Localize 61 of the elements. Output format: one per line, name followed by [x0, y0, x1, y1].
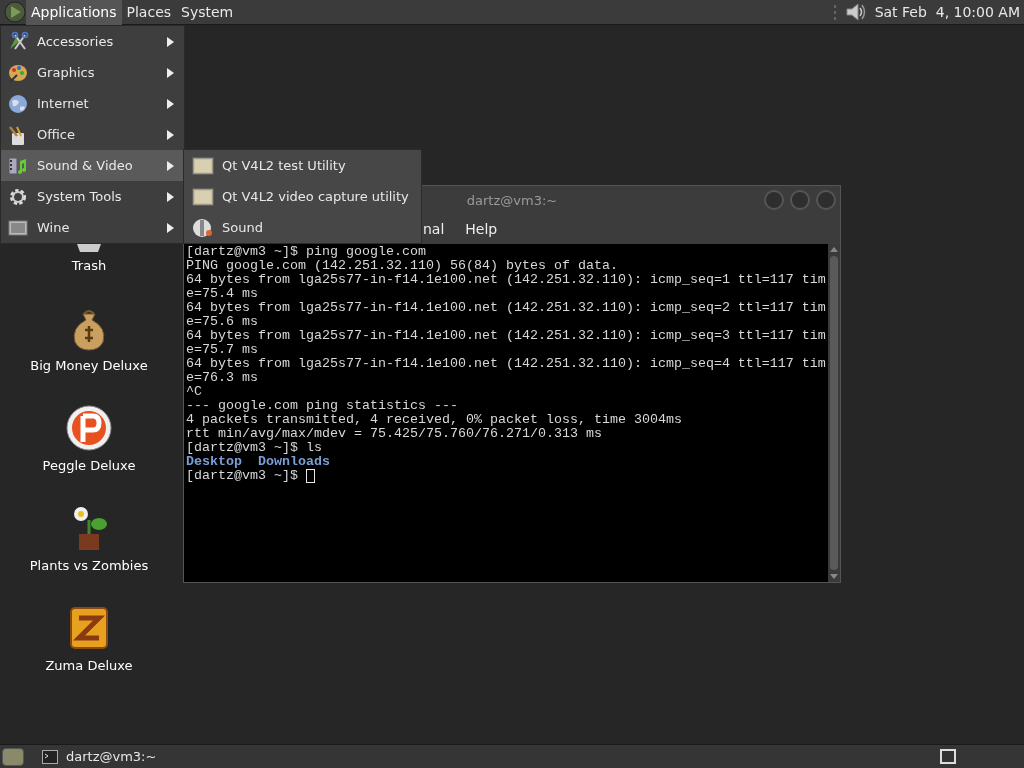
terminal-line: e=75.6 ms — [186, 315, 258, 329]
workspace-button[interactable] — [940, 749, 956, 764]
terminal-line: 64 bytes from lga25s77-in-f14.1e100.net (142.251.32.110): icmp_seq=3 ttl=117 tim — [186, 329, 826, 343]
letter-ball-icon — [65, 403, 113, 452]
scrollbar[interactable] — [828, 244, 840, 582]
submenu-item[interactable]: Sound — [184, 212, 421, 243]
terminal-line: ^C — [186, 385, 202, 399]
film-music-icon — [7, 154, 29, 177]
window-icon — [192, 156, 214, 175]
show-desktop-button[interactable] — [2, 747, 24, 766]
window-title: dartz@vm3:~ — [466, 191, 558, 210]
menu-item[interactable]: Wine — [1, 212, 184, 243]
globe-icon — [7, 92, 29, 115]
panel-menu[interactable]: System — [176, 0, 239, 25]
terminal-line: PING google.com (142.251.32.110) 56(84) bytes of data. — [186, 259, 618, 273]
taskbar-button[interactable]: dartz@vm3:~ — [40, 745, 159, 768]
menu-item[interactable]: Sound & Video — [1, 150, 184, 181]
terminal-line: e=76.3 ms — [186, 371, 258, 385]
submenu-arrow-icon — [167, 191, 174, 202]
submenu-arrow-icon — [167, 67, 174, 78]
handle-icon — [832, 3, 837, 21]
menu-item[interactable]: Office — [1, 119, 184, 150]
terminal-line: e=75.4 ms — [186, 287, 258, 301]
submenu-arrow-icon — [167, 222, 174, 233]
window-icon — [192, 187, 214, 206]
submenu-item[interactable]: Qt V4L2 test Utility — [184, 150, 421, 181]
submenu-arrow-icon — [167, 98, 174, 109]
icon-label[interactable]: Zuma Deluxe — [45, 655, 133, 675]
close-button[interactable] — [816, 190, 836, 210]
maximize-button[interactable] — [790, 190, 810, 210]
submenu-arrow-icon — [167, 129, 174, 140]
terminal-line: [dartz@vm3 ~]$ ls — [186, 441, 322, 455]
menu-item[interactable]: Help — [465, 219, 498, 240]
terminal-line: [dartz@vm3 ~]$ — [186, 469, 299, 483]
terminal-icon — [42, 749, 58, 764]
menu-item[interactable]: System Tools — [1, 181, 184, 212]
icon-label[interactable]: Big Money Deluxe — [30, 355, 148, 375]
menu-item[interactable]: Graphics — [1, 57, 184, 88]
menu-item[interactable]: nal — [423, 219, 445, 240]
terminal-line: 4 packets transmitted, 4 received, 0% packet loss, time 3004ms — [186, 413, 682, 427]
icon-label[interactable]: Plants vs Zombies — [29, 555, 149, 575]
terminal-line: 64 bytes from lga25s77-in-f14.1e100.net (142.251.32.110): icmp_seq=2 ttl=117 tim — [186, 301, 826, 315]
terminal-line: 64 bytes from lga25s77-in-f14.1e100.net (142.251.32.110): icmp_seq=1 ttl=117 tim — [186, 273, 826, 287]
menu-item[interactable]: Accessories — [1, 26, 184, 57]
terminal-line: --- google.com ping statistics --- — [186, 399, 458, 413]
minimize-button[interactable] — [764, 190, 784, 210]
panel-menu[interactable]: Places — [121, 0, 177, 25]
submenu-arrow-icon — [167, 160, 174, 171]
terminal-line: [dartz@vm3 ~]$ ping google.com — [186, 245, 426, 259]
menu-item[interactable]: Internet — [1, 88, 184, 119]
icon-label[interactable]: Peggle Deluxe — [42, 455, 136, 475]
panel-menu[interactable]: Applications — [26, 0, 122, 25]
clock[interactable]: Sat Feb 4, 10:00 AM — [874, 1, 1020, 23]
terminal-line: rtt min/avg/max/mdev = 75.425/75.760/76.271/0.313 ms — [186, 427, 602, 441]
terminal-line: e=75.7 ms — [186, 343, 258, 357]
submenu-item[interactable]: Qt V4L2 video capture utility — [184, 181, 421, 212]
icon-label[interactable]: Trash — [71, 255, 107, 275]
text-cursor — [306, 469, 315, 483]
terminal-line: 64 bytes from lga25s77-in-f14.1e100.net (142.251.32.110): icmp_seq=4 ttl=117 tim — [186, 357, 826, 371]
terminal-line: Desktop Downloads — [186, 455, 330, 469]
submenu-arrow-icon — [167, 36, 174, 47]
